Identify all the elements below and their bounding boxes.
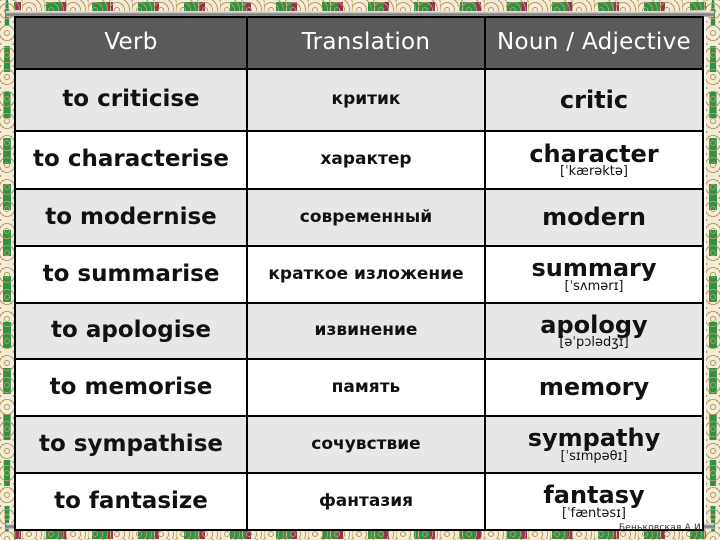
cell-noun-adjective: critic [484, 68, 704, 132]
cell-translation: сочувствие [246, 415, 486, 474]
ipa-transcription: [əˈpɔlədʒɪ] [559, 335, 629, 351]
cell-noun-adjective: sympathy [ˈsɪmpəθɪ] [484, 415, 704, 474]
table-row: to criticise критик critic [14, 68, 704, 132]
cell-verb: to summarise [14, 245, 248, 304]
cell-verb: to memorise [14, 358, 248, 417]
translation-text: фантазия [318, 490, 414, 511]
ipa-transcription: [ˈfæntəsɪ] [562, 505, 626, 521]
table-row: to modernise современный modern [14, 188, 704, 247]
verb-text: to fantasize [54, 487, 208, 514]
cell-noun-adjective: modern [484, 188, 704, 247]
translation-text: характер [320, 149, 412, 170]
cell-verb: to characterise [14, 130, 248, 190]
verb-text: to memorise [49, 373, 213, 400]
table-row: to fantasize фантазия fantasy [ˈfæntəsɪ] [14, 472, 704, 531]
noun-text: modern [542, 203, 646, 232]
verb-text: to criticise [62, 86, 200, 113]
ipa-transcription: [ˈsɪmpəθɪ] [560, 448, 628, 464]
verb-text: to summarise [42, 260, 220, 287]
column-header-noun-adjective: Noun / Adjective [484, 16, 704, 70]
table-row: to memorise память memory [14, 358, 704, 417]
cell-noun-adjective: summary [ˈsʌmərɪ] [484, 245, 704, 304]
vocabulary-table-container: Verb Translation Noun / Adjective to cri… [14, 16, 704, 531]
cell-noun-adjective: character [ˈkærəktə] [484, 130, 704, 190]
table-row: to summarise краткое изложение summary [ˈsʌ… [14, 245, 704, 304]
cell-translation: память [246, 358, 486, 417]
noun-text: memory [538, 373, 650, 402]
table-row: to sympathise сочувствие sympathy [ˈsɪmpəθɪ… [14, 415, 704, 474]
cell-noun-adjective: memory [484, 358, 704, 417]
ipa-transcription: [ˈkærəktə] [560, 164, 628, 180]
cell-translation: извинение [246, 302, 486, 360]
translation-text: критик [331, 89, 401, 110]
translation-text: краткое изложение [268, 263, 464, 284]
gold-swirl-left-icon [0, 0, 14, 540]
ipa-transcription: [ˈsʌmərɪ] [564, 278, 624, 294]
cell-noun-adjective: fantasy [ˈfæntəsɪ] [484, 472, 704, 531]
noun-text: sympathy [527, 424, 661, 453]
column-header-verb: Verb [14, 16, 248, 70]
cell-translation: краткое изложение [246, 245, 486, 304]
verb-text: to modernise [45, 203, 217, 230]
verb-text: to characterise [33, 146, 229, 173]
table-row: to apologise извинение apology [əˈpɔlədʒɪ] [14, 302, 704, 360]
vocabulary-table: Verb Translation Noun / Adjective to cri… [14, 16, 704, 531]
noun-text: critic [559, 85, 629, 114]
verb-text: to apologise [51, 317, 211, 344]
translation-text: извинение [314, 320, 418, 341]
decorative-border-left [0, 0, 14, 540]
noun-text: summary [531, 254, 657, 283]
cell-noun-adjective: apology [əˈpɔlədʒɪ] [484, 302, 704, 360]
table-header-row: Verb Translation Noun / Adjective [14, 16, 704, 70]
cell-translation: фантазия [246, 472, 486, 531]
translation-text: современный [299, 206, 433, 227]
gold-swirl-right-icon [706, 0, 720, 540]
verb-text: to sympathise [39, 430, 223, 457]
author-credit: Беньковская А.И. [618, 523, 704, 533]
cell-translation: критик [246, 68, 486, 132]
slide-canvas: Verb Translation Noun / Adjective to cri… [0, 0, 720, 540]
table-header: Verb Translation Noun / Adjective [14, 16, 704, 70]
table-row: to characterise характер character [ˈkærəkt… [14, 130, 704, 190]
noun-text: fantasy [543, 481, 645, 510]
table-body: to criticise критик critic to characterise х… [14, 68, 704, 531]
cell-verb: to fantasize [14, 472, 248, 531]
decorative-border-right [706, 0, 720, 540]
column-header-translation: Translation [246, 16, 486, 70]
cell-verb: to modernise [14, 188, 248, 247]
cell-verb: to criticise [14, 68, 248, 132]
cell-translation: характер [246, 130, 486, 190]
translation-text: память [331, 376, 401, 397]
translation-text: сочувствие [311, 433, 421, 454]
cell-translation: современный [246, 188, 486, 247]
cell-verb: to sympathise [14, 415, 248, 474]
cell-verb: to apologise [14, 302, 248, 360]
